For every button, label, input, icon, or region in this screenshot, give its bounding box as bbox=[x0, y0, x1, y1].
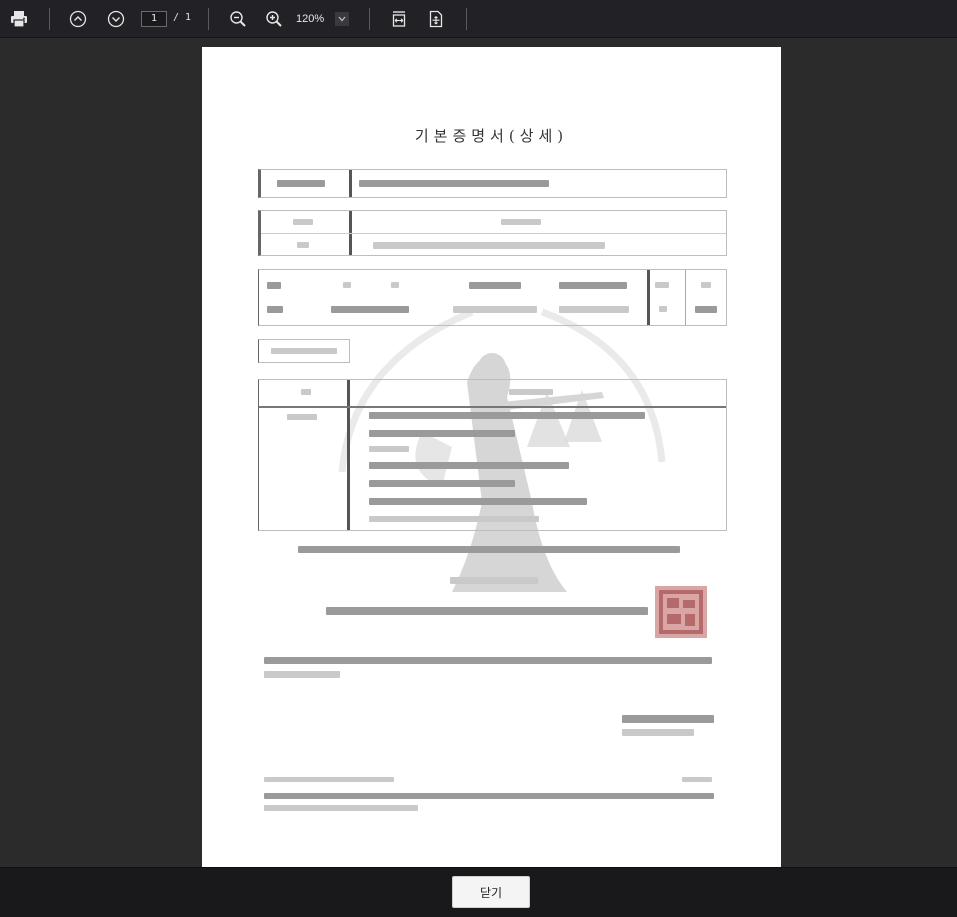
note-line bbox=[264, 657, 712, 664]
document-title: 기본증명서(상세) bbox=[414, 127, 569, 145]
fine-print bbox=[264, 805, 418, 811]
blurred-text bbox=[559, 306, 629, 313]
header-divider bbox=[259, 406, 726, 408]
blurred-text bbox=[659, 306, 667, 312]
chevron-down-icon bbox=[335, 12, 349, 26]
issue-date bbox=[450, 577, 538, 584]
blurred-text bbox=[469, 282, 521, 289]
blurred-text bbox=[373, 242, 605, 249]
print-icon[interactable] bbox=[7, 7, 31, 31]
document-page: 기본증명서(상세) bbox=[202, 47, 781, 867]
table-divider bbox=[685, 270, 686, 325]
row-divider bbox=[261, 233, 726, 234]
zoom-out-icon[interactable] bbox=[226, 7, 250, 31]
page-total-label: / 1 bbox=[173, 12, 192, 23]
note-line bbox=[264, 671, 340, 678]
viewer-footer: 닫기 bbox=[0, 867, 957, 917]
blurred-text bbox=[391, 282, 399, 288]
registration-basis-box bbox=[258, 169, 727, 198]
blurred-text bbox=[287, 414, 317, 420]
toolbar-divider bbox=[369, 8, 370, 30]
official-seal-stamp bbox=[655, 586, 707, 638]
blurred-text bbox=[453, 306, 537, 313]
blurred-text bbox=[369, 480, 515, 487]
certification-statement bbox=[298, 546, 680, 553]
table-divider bbox=[647, 270, 650, 325]
blurred-text bbox=[701, 282, 711, 288]
fine-print bbox=[682, 777, 712, 782]
blurred-text bbox=[267, 282, 281, 289]
blurred-text bbox=[277, 180, 325, 187]
blurred-text bbox=[297, 242, 309, 248]
blurred-text bbox=[655, 282, 669, 288]
blurred-text bbox=[271, 348, 337, 354]
previous-page-icon[interactable] bbox=[66, 7, 90, 31]
table-divider bbox=[349, 170, 352, 197]
blurred-text bbox=[369, 412, 645, 419]
blurred-text bbox=[293, 219, 313, 225]
toolbar-divider bbox=[208, 8, 209, 30]
blurred-text bbox=[343, 282, 351, 288]
blurred-text bbox=[369, 516, 539, 522]
next-page-icon[interactable] bbox=[104, 7, 128, 31]
blurred-text bbox=[559, 282, 627, 289]
table-divider bbox=[347, 380, 350, 530]
fit-page-icon[interactable] bbox=[424, 7, 448, 31]
fine-print bbox=[264, 777, 394, 782]
blurred-text bbox=[501, 219, 541, 225]
fit-width-icon[interactable] bbox=[387, 7, 411, 31]
issuer-info bbox=[622, 729, 694, 736]
document-viewer[interactable]: 기본증명서(상세) bbox=[0, 38, 957, 867]
blurred-text bbox=[509, 389, 553, 395]
details-table bbox=[258, 379, 727, 531]
issuing-authority bbox=[326, 607, 648, 615]
zoom-in-icon[interactable] bbox=[262, 7, 286, 31]
toolbar-divider bbox=[466, 8, 467, 30]
close-button[interactable]: 닫기 bbox=[452, 876, 530, 908]
toolbar-divider bbox=[49, 8, 50, 30]
blurred-text bbox=[331, 306, 409, 313]
fine-print bbox=[264, 793, 714, 799]
pdf-toolbar: 1 / 1 120% bbox=[0, 0, 957, 38]
blurred-text bbox=[369, 498, 587, 505]
blurred-text bbox=[369, 430, 515, 437]
blurred-text bbox=[359, 180, 549, 187]
zoom-level-value: 120% bbox=[296, 13, 325, 25]
blurred-text bbox=[695, 306, 717, 313]
zoom-select[interactable]: 120% bbox=[293, 10, 351, 28]
blurred-text bbox=[369, 462, 569, 469]
blurred-text bbox=[301, 389, 311, 395]
page-number-input[interactable]: 1 bbox=[141, 11, 167, 27]
blurred-text bbox=[267, 306, 283, 313]
issuer-info bbox=[622, 715, 714, 723]
section-label-box bbox=[258, 339, 350, 363]
blurred-text bbox=[369, 446, 409, 452]
personal-info-box bbox=[258, 269, 727, 326]
category-box bbox=[258, 210, 727, 256]
